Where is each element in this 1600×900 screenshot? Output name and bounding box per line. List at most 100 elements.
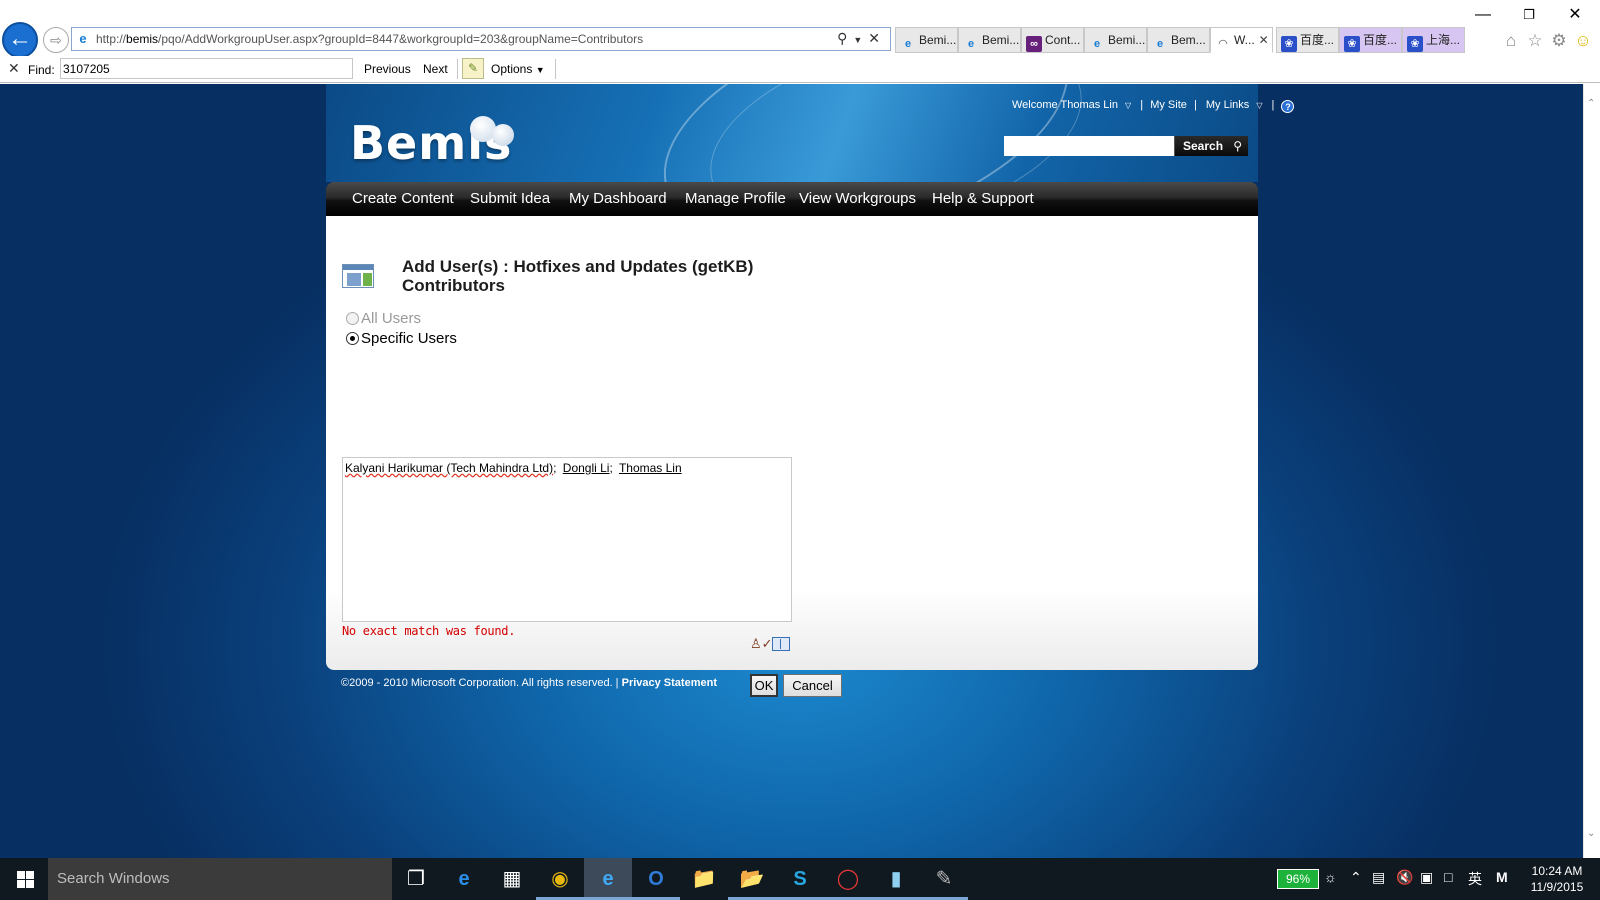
tab-3[interactable]: ∞ Cont... [1021,27,1084,53]
close-window-icon[interactable]: ✕ [1560,4,1590,26]
content-panel: Add User(s) : Hotfixes and Updates (getK… [326,216,1258,697]
nav-manage-profile[interactable]: Manage Profile [685,190,786,207]
chevron-down-icon: ▽ [1125,101,1132,110]
address-bar[interactable]: e http://bemis/pqo/AddWorkgroupUser.aspx… [71,27,891,51]
radio-button[interactable] [346,332,359,345]
network-icon[interactable]: ▤ [1372,869,1385,886]
radio-specific-users-label: Specific Users [361,330,457,347]
radio-specific-users[interactable]: Specific Users [346,330,457,347]
site-search-input[interactable] [1004,136,1174,156]
find-options-label: Options [491,62,533,76]
my-site-link[interactable]: My Site [1150,99,1187,111]
nav-help-support[interactable]: Help & Support [932,190,1034,207]
ime-mode-icon[interactable]: M [1496,869,1508,885]
main-nav: Create Content Submit Idea My Dashboard … [326,182,1258,216]
tab-1[interactable]: e Bemi... [895,27,958,53]
radio-button[interactable] [346,312,359,325]
search-icon: ⚲ [1233,139,1242,153]
vertical-scrollbar[interactable]: ⌃ ⌄ [1583,84,1600,858]
my-links-menu[interactable]: My Links ▽ [1204,99,1265,111]
tab-label: Bemi... [1108,33,1146,47]
start-button[interactable] [0,858,48,900]
action-center-icon[interactable]: □ [1444,869,1452,885]
site-search-button[interactable]: Search ⚲ [1174,136,1248,156]
tab-label: 上海... [1426,33,1461,47]
footer: ©2009 - 2010 Microsoft Corporation. All … [341,677,717,689]
tab-active[interactable]: ◠ W... ✕ [1210,27,1273,53]
cancel-button[interactable]: Cancel [783,674,842,697]
task-view-icon[interactable]: ❐ [392,858,440,900]
edge-icon[interactable]: e [440,858,488,900]
security-app-icon[interactable]: ◯ [824,858,872,900]
tab-8[interactable]: ❀ 百度... [1339,27,1402,53]
address-book-icon[interactable] [772,637,790,651]
battery-indicator[interactable]: 96% [1277,869,1319,889]
home-icon[interactable]: ⌂ [1500,30,1522,52]
internet-explorer-icon[interactable]: e [584,858,632,900]
taskbar-search[interactable]: Search Windows [48,858,392,900]
outlook-icon[interactable]: O [632,858,680,900]
find-input[interactable] [60,58,353,79]
nav-create-content[interactable]: Create Content [352,190,454,207]
highlight-icon[interactable]: ✎ [462,58,484,79]
find-options-button[interactable]: Options ▼ [491,62,545,76]
resolved-user[interactable]: Thomas Lin [619,461,682,475]
nav-submit-idea[interactable]: Submit Idea [470,190,550,207]
welcome-menu[interactable]: Welcome Thomas Lin ▽ [1010,99,1133,111]
nav-view-workgroups[interactable]: View Workgroups [799,190,916,207]
folder-icon[interactable]: 📂 [728,858,776,900]
privacy-statement-link[interactable]: Privacy Statement [622,677,717,689]
url-text[interactable]: http://bemis/pqo/AddWorkgroupUser.aspx?g… [96,32,643,46]
visual-studio-icon: ∞ [1026,36,1042,52]
skype-icon[interactable]: S [776,858,824,900]
find-previous-button[interactable]: Previous [364,62,411,76]
file-explorer-icon[interactable]: 📁 [680,858,728,900]
tab-4[interactable]: e Bemi... [1084,27,1147,53]
store-icon[interactable]: ▦ [488,858,536,900]
user-links: Welcome Thomas Lin ▽ | My Site | My Link… [1008,99,1296,113]
scroll-up-icon[interactable]: ⌃ [1587,98,1595,109]
baidu-icon: ❀ [1281,36,1297,52]
dropdown-icon[interactable]: ▼ [853,35,868,45]
ok-button[interactable]: OK [750,674,778,697]
people-picker-input[interactable]: Kalyani Harikumar (Tech Mahindra Ltd); D… [342,457,792,622]
ie-icon: e [79,31,87,46]
tab-7[interactable]: ❀ 百度... [1276,27,1339,53]
tab-5[interactable]: e Bem... [1147,27,1210,53]
smiley-feedback-icon[interactable]: ☺ [1572,30,1594,52]
system-clock[interactable]: 10:24 AM 11/9/2015 [1520,863,1594,895]
paint-icon[interactable]: ✎ [920,858,968,900]
tab-9[interactable]: ❀ 上海... [1402,27,1465,53]
close-find-icon[interactable]: ✕ [8,60,20,77]
input-language-indicator[interactable]: 英 [1468,869,1482,889]
nav-my-dashboard[interactable]: My Dashboard [569,190,667,207]
help-icon[interactable]: ? [1281,100,1295,113]
forward-arrow-icon: ⇨ [50,32,62,48]
tab-2[interactable]: e Bemi... [958,27,1021,53]
url-host: bemis [126,32,159,46]
volume-muted-icon[interactable]: 🔇 [1396,869,1413,886]
find-next-button[interactable]: Next [423,62,448,76]
gear-icon[interactable]: ⚙ [1548,30,1570,52]
notepad-icon[interactable]: ▮ [872,858,920,900]
chrome-icon[interactable]: ◉ [536,858,584,900]
display-icon[interactable]: ▣ [1420,869,1433,886]
forward-button[interactable]: ⇨ [43,27,69,53]
back-button[interactable]: ← [2,22,38,58]
radio-all-users[interactable]: All Users [346,310,421,327]
copyright-text: ©2009 - 2010 Microsoft Corporation. All … [341,677,619,689]
radio-all-users-label: All Users [361,310,422,327]
close-tab-icon[interactable]: ✕ [1259,33,1269,47]
search-icon[interactable]: ⚲ [837,30,853,46]
clock-time: 10:24 AM [1531,864,1583,878]
minimize-icon[interactable]: — [1468,4,1498,26]
resolved-user[interactable]: Dongli Li [563,461,610,475]
check-names-icon[interactable]: ♙✓ [750,636,773,652]
power-plug-icon[interactable]: ☼ [1324,869,1337,885]
resolved-user[interactable]: Kalyani Harikumar (Tech Mahindra Ltd) [345,461,553,475]
favorites-star-icon[interactable]: ☆ [1524,30,1546,52]
scroll-down-icon[interactable]: ⌄ [1587,828,1595,839]
chevron-up-icon[interactable]: ⌃ [1350,869,1362,886]
restore-icon[interactable]: ❐ [1514,4,1544,26]
stop-icon[interactable]: ✕ [868,30,886,46]
